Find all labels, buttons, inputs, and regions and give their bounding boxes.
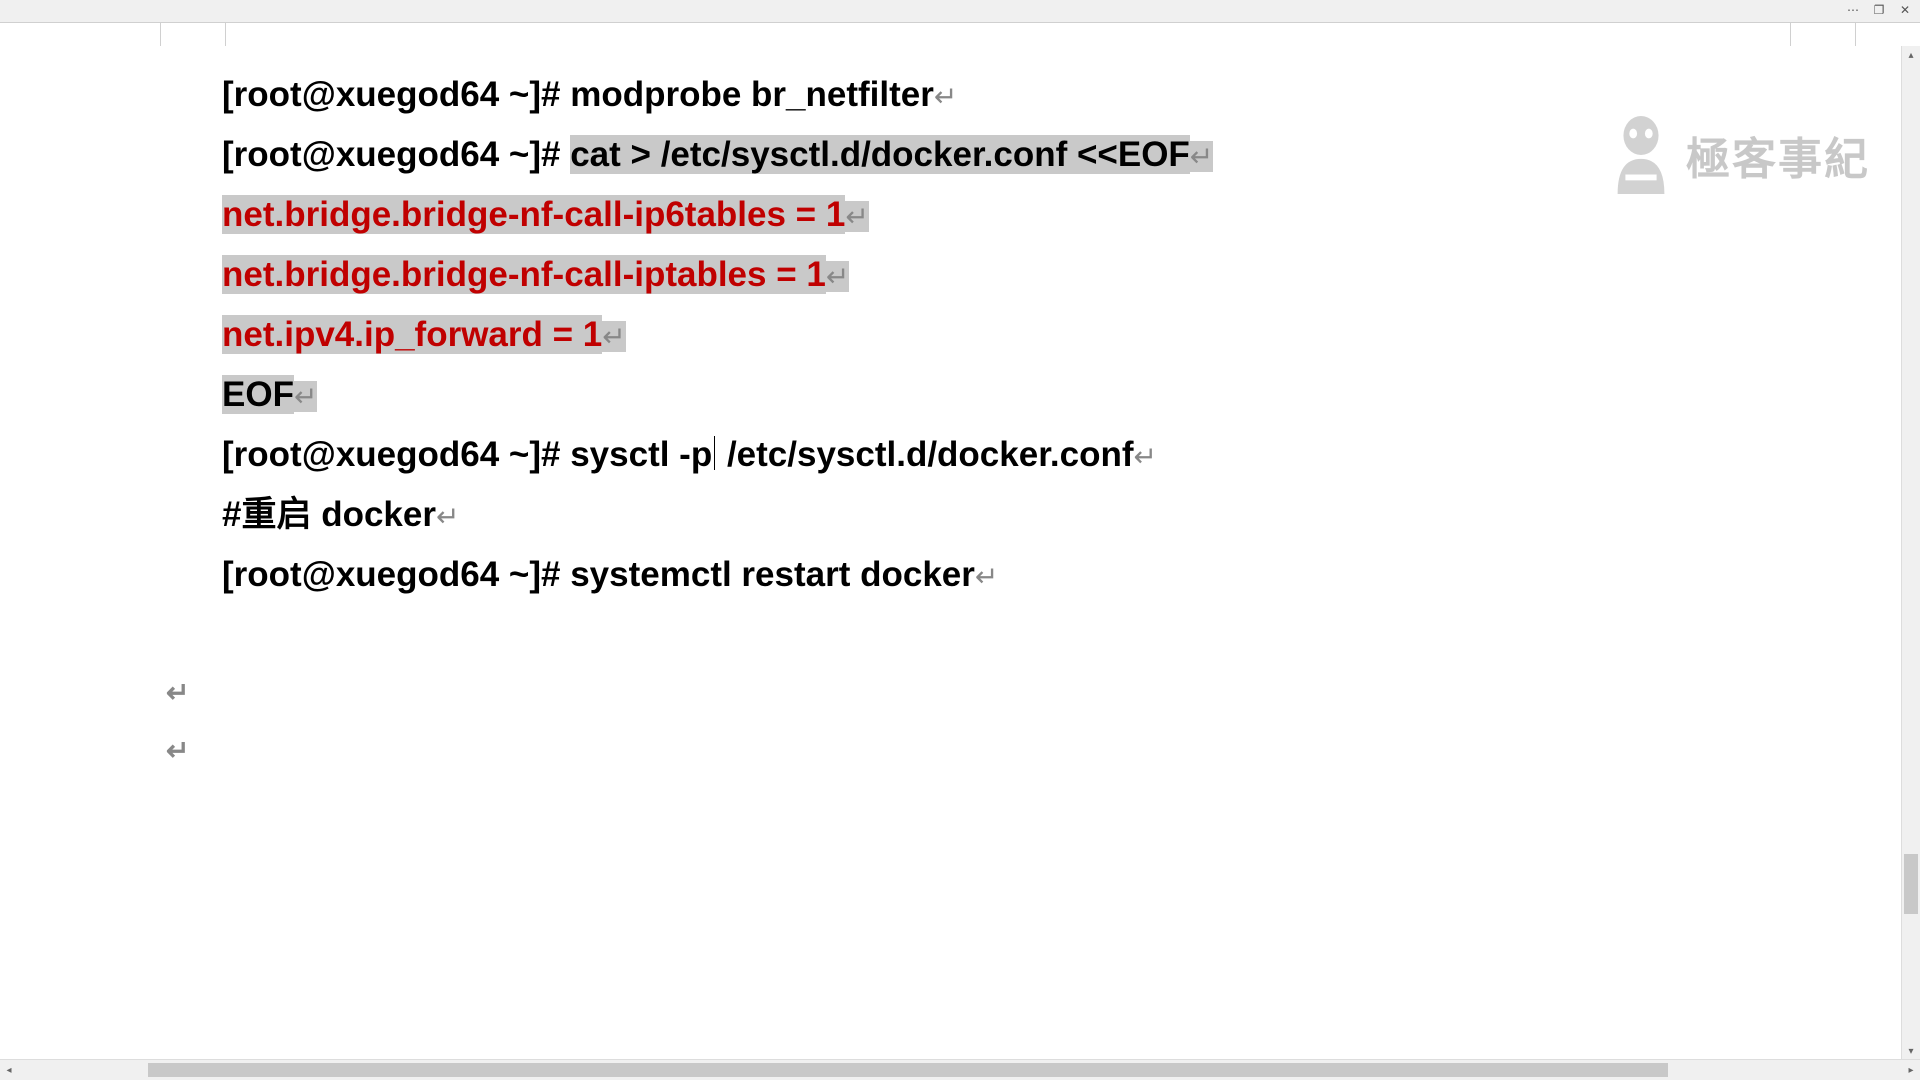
text-caret bbox=[714, 436, 715, 470]
enter-icon: ↵ bbox=[845, 201, 868, 232]
ribbon-collapsed bbox=[0, 23, 1920, 47]
line-11-empty[interactable]: ↵ bbox=[222, 664, 1880, 722]
enter-icon: ↵ bbox=[975, 561, 998, 592]
vscroll-thumb[interactable] bbox=[1904, 854, 1918, 914]
document-workspace: 極客事紀 [root@xuegod64 ~]# modprobe br_netf… bbox=[0, 46, 1920, 1060]
line-9[interactable]: [root@xuegod64 ~]# systemctl restart doc… bbox=[222, 546, 1880, 606]
line-1[interactable]: [root@xuegod64 ~]# modprobe br_netfilter… bbox=[222, 66, 1880, 126]
vertical-scrollbar[interactable]: ▴ ▾ bbox=[1901, 46, 1920, 1060]
scroll-up-icon[interactable]: ▴ bbox=[1902, 46, 1920, 64]
window-controls: ⋯ ❐ ✕ bbox=[1844, 2, 1914, 18]
close-icon[interactable]: ✕ bbox=[1896, 2, 1914, 18]
scroll-down-icon[interactable]: ▾ bbox=[1902, 1042, 1920, 1060]
hscroll-thumb[interactable] bbox=[148, 1063, 1668, 1077]
paragraph-mark-icon: ↵ bbox=[166, 722, 189, 780]
enter-icon: ↵ bbox=[436, 501, 459, 532]
ribbon-tab-right[interactable] bbox=[1790, 23, 1856, 48]
more-icon[interactable]: ⋯ bbox=[1844, 2, 1862, 18]
line-5[interactable]: net.ipv4.ip_forward = 1↵ bbox=[222, 306, 1880, 366]
line-8[interactable]: #重启 docker↵ bbox=[222, 486, 1880, 546]
vscroll-track[interactable] bbox=[1902, 64, 1920, 1042]
scroll-left-icon[interactable]: ◂ bbox=[0, 1061, 18, 1079]
line-6[interactable]: EOF↵ bbox=[222, 366, 1880, 426]
ribbon-tab-left[interactable] bbox=[160, 23, 226, 48]
restore-icon[interactable]: ❐ bbox=[1870, 2, 1888, 18]
horizontal-scrollbar[interactable]: ◂ ▸ bbox=[0, 1059, 1920, 1080]
enter-icon: ↵ bbox=[294, 381, 317, 412]
paragraph-mark-icon: ↵ bbox=[166, 664, 189, 722]
hscroll-track[interactable] bbox=[148, 1063, 1668, 1077]
enter-icon: ↵ bbox=[934, 81, 957, 112]
scroll-right-icon[interactable]: ▸ bbox=[1902, 1061, 1920, 1079]
line-10-empty[interactable]: ↵ bbox=[222, 606, 1880, 664]
enter-icon: ↵ bbox=[602, 321, 625, 352]
enter-icon: ↵ bbox=[1134, 441, 1157, 472]
enter-icon: ↵ bbox=[1190, 141, 1213, 172]
document-page[interactable]: [root@xuegod64 ~]# modprobe br_netfilter… bbox=[222, 66, 1880, 722]
window-titlebar: ⋯ ❐ ✕ bbox=[0, 0, 1920, 23]
line-2[interactable]: [root@xuegod64 ~]# cat > /etc/sysctl.d/d… bbox=[222, 126, 1880, 186]
line-3[interactable]: net.bridge.bridge-nf-call-ip6tables = 1↵ bbox=[222, 186, 1880, 246]
line-7[interactable]: [root@xuegod64 ~]# sysctl -p /etc/sysctl… bbox=[222, 426, 1880, 486]
enter-icon: ↵ bbox=[826, 261, 849, 292]
line-4[interactable]: net.bridge.bridge-nf-call-iptables = 1↵ bbox=[222, 246, 1880, 306]
